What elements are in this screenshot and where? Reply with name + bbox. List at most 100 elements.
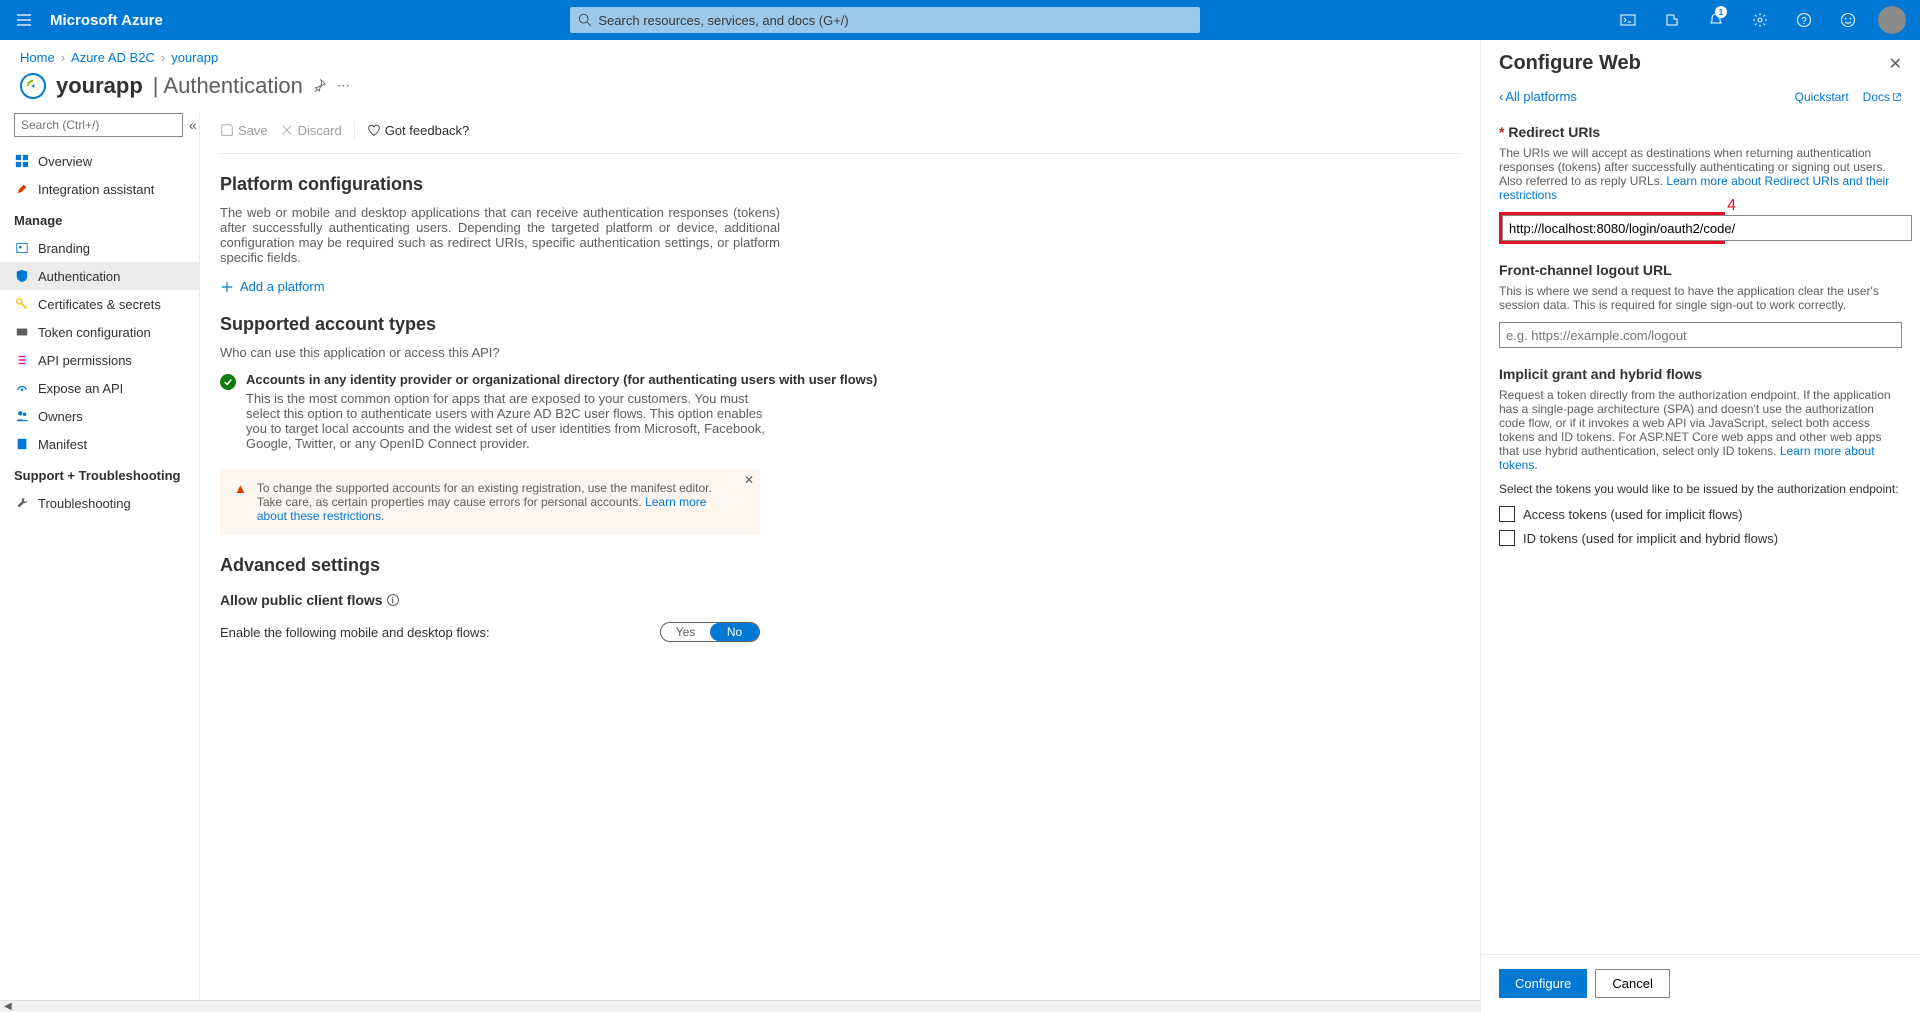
- configure-button[interactable]: Configure: [1499, 969, 1587, 998]
- access-tokens-checkbox[interactable]: [1499, 506, 1515, 522]
- hamburger-icon[interactable]: [8, 12, 40, 28]
- collapse-sidebar-icon[interactable]: «: [189, 117, 197, 133]
- sidebar-item-branding[interactable]: Branding: [0, 234, 199, 262]
- supported-types-question: Who can use this application or access t…: [220, 345, 1460, 360]
- directory-icon[interactable]: [1652, 0, 1692, 40]
- global-search[interactable]: Search resources, services, and docs (G+…: [570, 7, 1200, 33]
- toggle-no: No: [710, 623, 759, 641]
- sidebar-item-expose-api[interactable]: Expose an API: [0, 374, 199, 402]
- panel-footer: Configure Cancel: [1481, 954, 1920, 1012]
- annotation-highlight: 4: [1499, 212, 1725, 244]
- check-circle-icon: [220, 374, 236, 390]
- toolbar-divider: [354, 121, 355, 139]
- quickstart-link[interactable]: Quickstart: [1795, 90, 1849, 104]
- sidebar-item-tokenconfig[interactable]: Token configuration: [0, 318, 199, 346]
- redirect-uris-desc: The URIs we will accept as destinations …: [1499, 146, 1902, 202]
- rocket-icon: [14, 181, 30, 197]
- public-client-toggle[interactable]: Yes No: [660, 622, 760, 642]
- chevron-right-icon: ›: [61, 50, 65, 65]
- brand-label: Microsoft Azure: [50, 12, 163, 29]
- close-icon[interactable]: ✕: [744, 473, 754, 487]
- feedback-button[interactable]: Got feedback?: [367, 123, 470, 138]
- sidebar-item-api-permissions[interactable]: API permissions: [0, 346, 199, 374]
- horizontal-scrollbar[interactable]: ◀: [0, 1000, 1480, 1012]
- sidebar-item-certificates[interactable]: Certificates & secrets: [0, 290, 199, 318]
- sidebar-item-label: Expose an API: [38, 381, 123, 396]
- chevron-left-icon: ‹: [1499, 89, 1503, 104]
- allow-public-label: Allow public client flowsi: [220, 592, 1460, 608]
- sidebar-heading-support: Support + Troubleshooting: [0, 458, 199, 489]
- save-button[interactable]: Save: [220, 123, 268, 138]
- docs-link[interactable]: Docs: [1863, 90, 1902, 104]
- account-type-desc: This is the most common option for apps …: [246, 391, 766, 451]
- access-tokens-checkbox-row: Access tokens (used for implicit flows): [1499, 506, 1902, 522]
- pin-icon[interactable]: [313, 78, 327, 95]
- sidebar-item-label: Manifest: [38, 437, 87, 452]
- more-icon[interactable]: ⋯: [337, 78, 350, 94]
- logout-url-desc: This is where we send a request to have …: [1499, 284, 1902, 312]
- discard-label: Discard: [298, 123, 342, 138]
- redirect-uri-input[interactable]: [1502, 215, 1912, 241]
- breadcrumb-app[interactable]: yourapp: [171, 50, 218, 65]
- platform-config-text: The web or mobile and desktop applicatio…: [220, 205, 780, 265]
- logout-url-input[interactable]: [1499, 322, 1902, 348]
- page-header: yourapp | Authentication ⋯: [0, 71, 1480, 113]
- logout-url-label: Front-channel logout URL: [1499, 262, 1902, 278]
- feedback-icon[interactable]: [1828, 0, 1868, 40]
- chevron-right-icon: ›: [161, 50, 165, 65]
- account-avatar[interactable]: [1872, 0, 1912, 40]
- select-tokens-text: Select the tokens you would like to be i…: [1499, 482, 1902, 496]
- sidebar-item-manifest[interactable]: Manifest: [0, 430, 199, 458]
- sidebar-item-label: Troubleshooting: [38, 496, 131, 511]
- top-icons: 1 ?: [1608, 0, 1912, 40]
- sidebar-search-input[interactable]: [14, 113, 183, 137]
- add-platform-button[interactable]: Add a platform: [220, 279, 1460, 294]
- global-search-placeholder: Search resources, services, and docs (G+…: [598, 13, 848, 28]
- page-title-app: yourapp: [56, 73, 143, 99]
- id-tokens-checkbox[interactable]: [1499, 530, 1515, 546]
- settings-icon[interactable]: [1740, 0, 1780, 40]
- supported-types-title: Supported account types: [220, 314, 1460, 335]
- sidebar-heading-manage: Manage: [0, 203, 199, 234]
- cancel-button[interactable]: Cancel: [1595, 969, 1669, 998]
- main-content: Save Discard Got feedback? Platform conf…: [200, 113, 1480, 1000]
- token-icon: [14, 324, 30, 340]
- breadcrumb: Home › Azure AD B2C › yourapp: [0, 40, 1480, 71]
- toolbar: Save Discard Got feedback?: [220, 113, 1460, 154]
- overview-icon: [14, 153, 30, 169]
- notifications-icon[interactable]: 1: [1696, 0, 1736, 40]
- manifest-icon: [14, 436, 30, 452]
- discard-button[interactable]: Discard: [280, 123, 342, 138]
- add-platform-label: Add a platform: [240, 279, 325, 294]
- branding-icon: [14, 240, 30, 256]
- implicit-grant-label: Implicit grant and hybrid flows: [1499, 366, 1902, 382]
- info-box: ✕ ▲ To change the supported accounts for…: [220, 469, 760, 535]
- breadcrumb-home[interactable]: Home: [20, 50, 55, 65]
- annotation-number: 4: [1727, 197, 1736, 215]
- platform-config-title: Platform configurations: [220, 174, 1460, 195]
- info-icon[interactable]: i: [387, 594, 399, 606]
- sidebar-item-integration[interactable]: Integration assistant: [0, 175, 199, 203]
- id-tokens-checkbox-row: ID tokens (used for implicit and hybrid …: [1499, 530, 1902, 546]
- sidebar: « Overview Integration assistant Manage …: [0, 113, 200, 1000]
- sidebar-item-label: Certificates & secrets: [38, 297, 161, 312]
- help-icon[interactable]: ?: [1784, 0, 1824, 40]
- cloud-shell-icon[interactable]: [1608, 0, 1648, 40]
- page-title-section: Authentication: [163, 73, 302, 98]
- sidebar-item-label: Authentication: [38, 269, 120, 284]
- info-box-text: To change the supported accounts for an …: [257, 481, 736, 523]
- key-icon: [14, 296, 30, 312]
- access-tokens-label: Access tokens (used for implicit flows): [1523, 507, 1743, 522]
- implicit-grant-desc: Request a token directly from the author…: [1499, 388, 1902, 472]
- panel-title: Configure Web: [1499, 52, 1641, 75]
- sidebar-item-owners[interactable]: Owners: [0, 402, 199, 430]
- api-icon: [14, 352, 30, 368]
- close-panel-icon[interactable]: ✕: [1889, 54, 1902, 74]
- sidebar-item-authentication[interactable]: Authentication: [0, 262, 199, 290]
- scroll-left-icon[interactable]: ◀: [0, 1001, 16, 1012]
- breadcrumb-b2c[interactable]: Azure AD B2C: [71, 50, 155, 65]
- account-type-row: Accounts in any identity provider or org…: [220, 372, 1460, 451]
- all-platforms-link[interactable]: ‹All platforms: [1499, 89, 1577, 104]
- sidebar-item-troubleshooting[interactable]: Troubleshooting: [0, 489, 199, 517]
- sidebar-item-overview[interactable]: Overview: [0, 147, 199, 175]
